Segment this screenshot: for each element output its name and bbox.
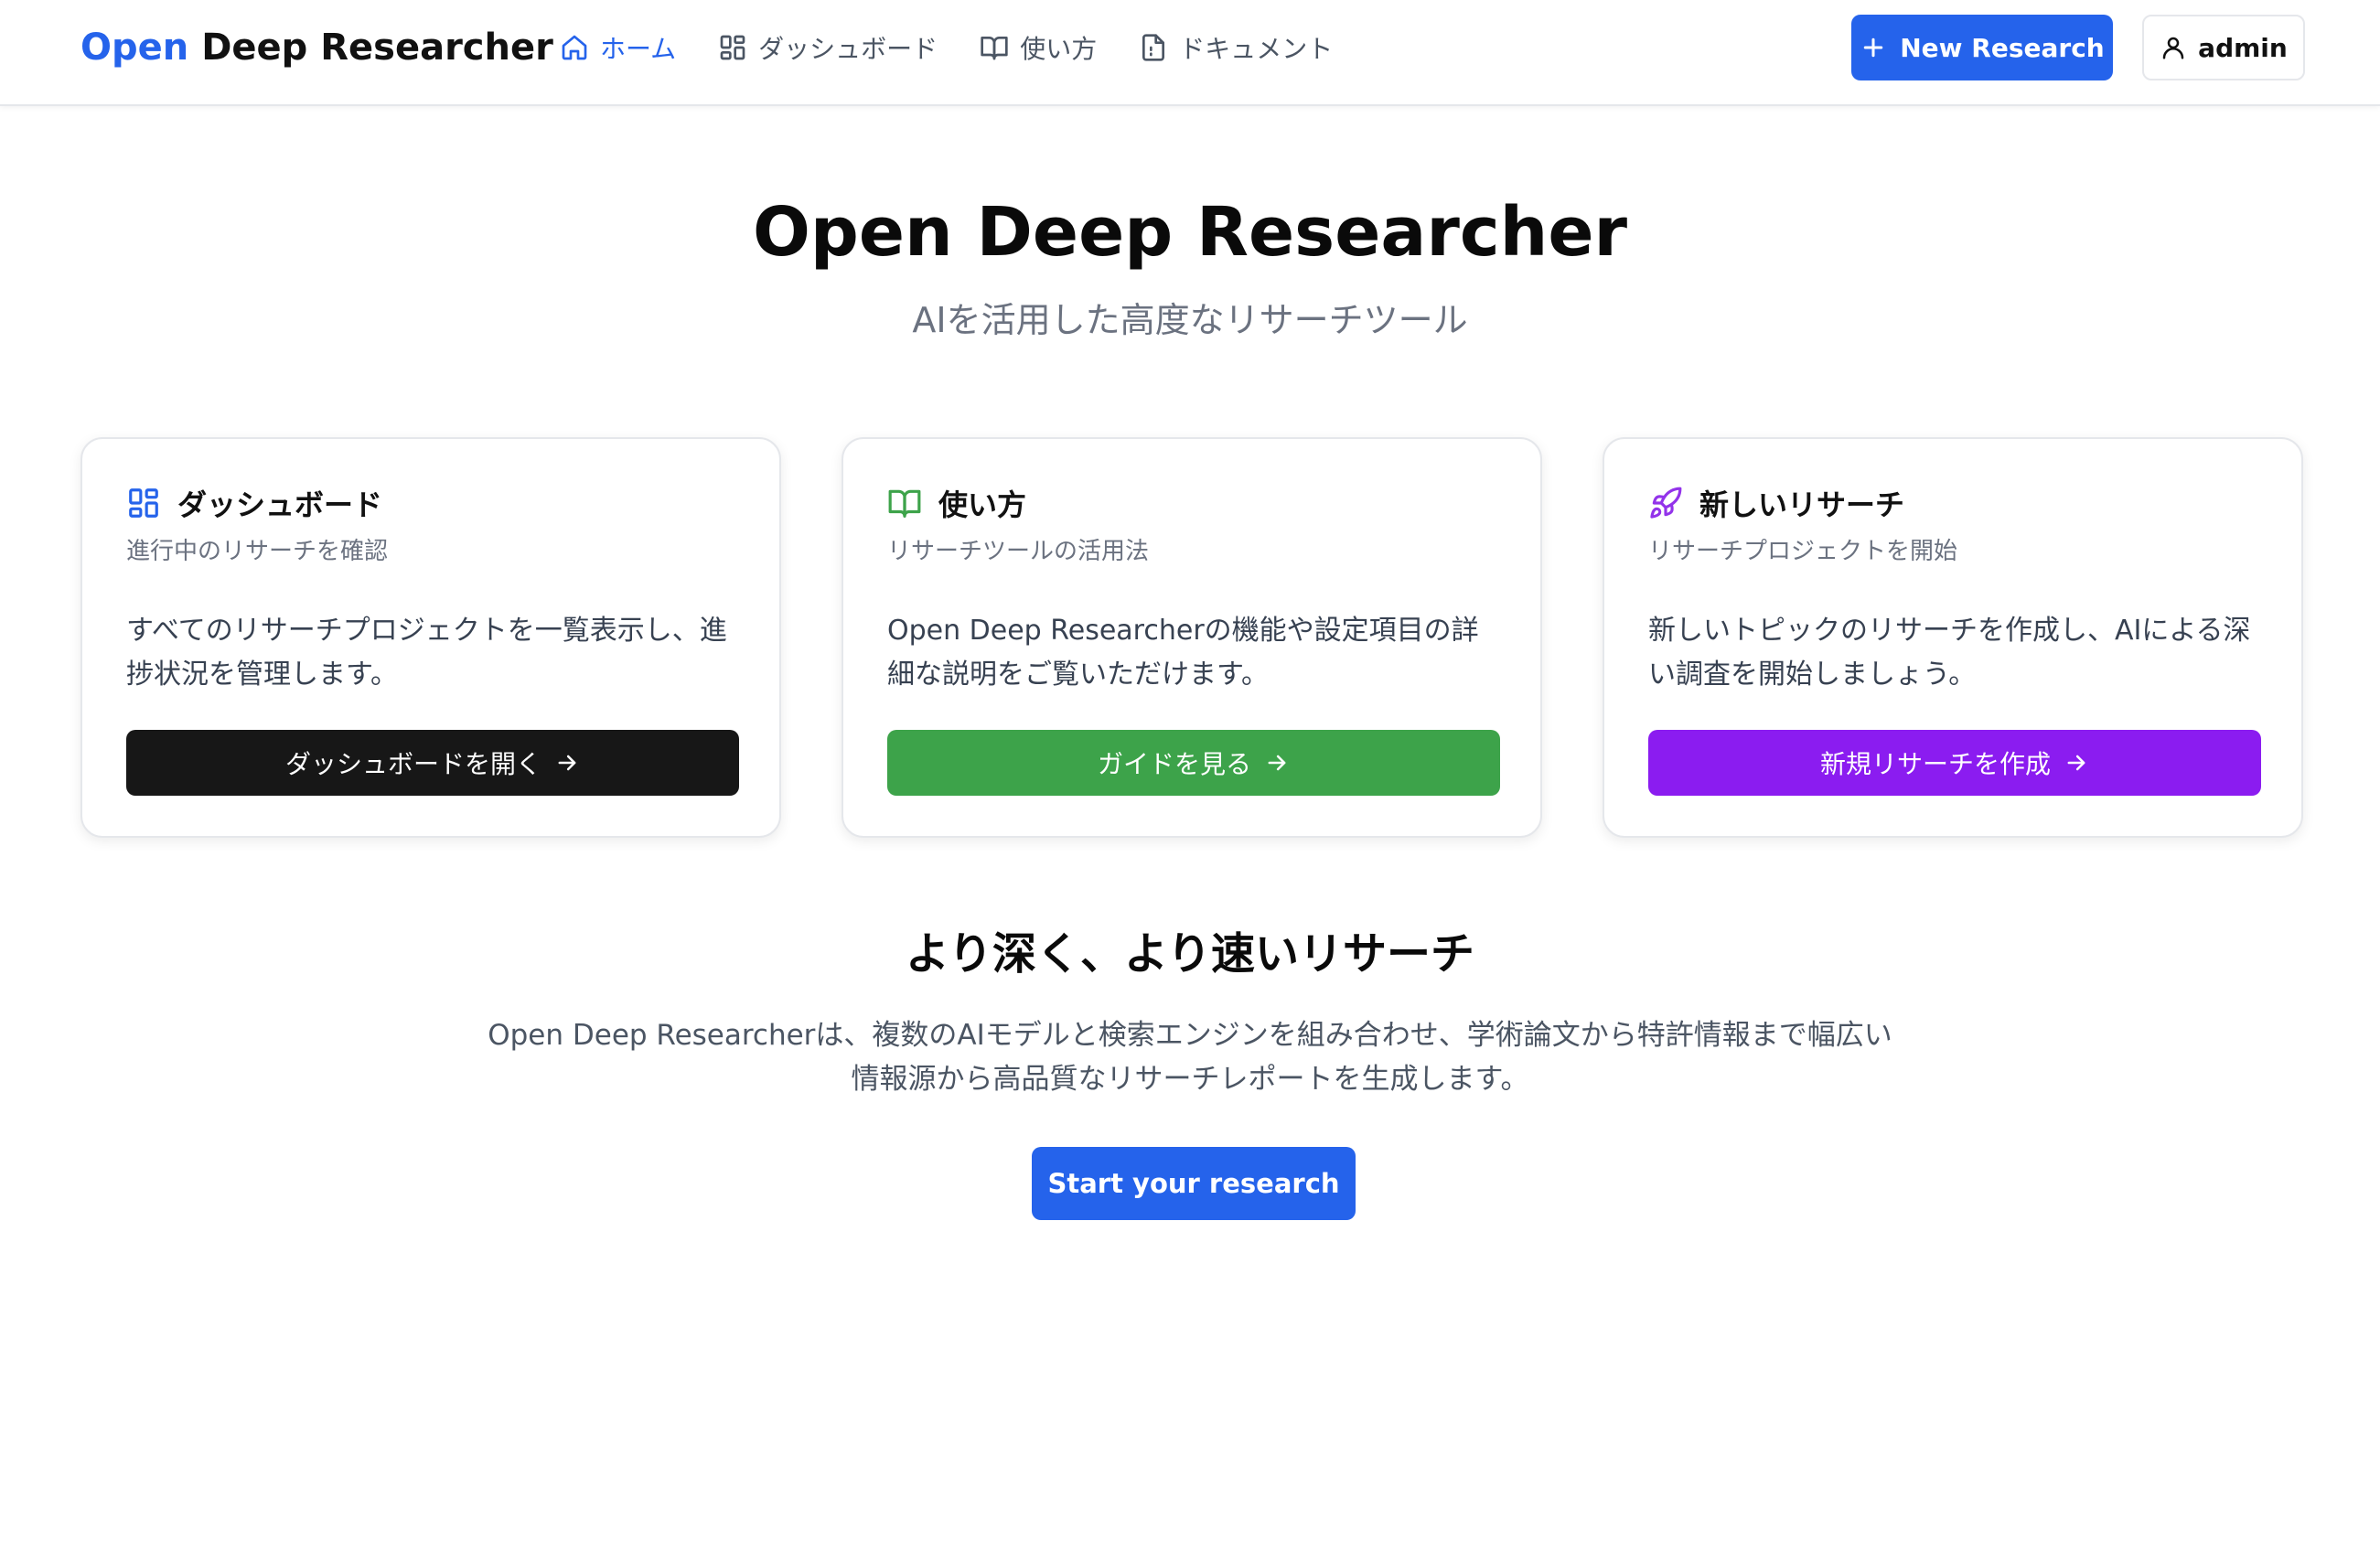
arrow-right-icon xyxy=(1268,755,1286,771)
document-icon xyxy=(1142,34,1165,61)
card-body: すべてのリサーチプロジェクトを一覧表示し、進捗状況を管理します。 xyxy=(126,615,727,691)
nav-item-documents[interactable]: ドキュメント xyxy=(1139,27,1333,68)
card-title: 使い方 xyxy=(938,487,1027,522)
card-body: Open Deep Researcherの機能や設定項目の詳細な説明をご覧いただ… xyxy=(887,615,1479,691)
user-menu-button[interactable]: admin xyxy=(2142,15,2305,80)
nav-label-dashboard: ダッシュボード xyxy=(758,34,938,64)
button-label: ガイドを見る xyxy=(1097,749,1251,779)
nav-label-home: ホーム xyxy=(600,34,677,64)
card-title: ダッシュボード xyxy=(177,487,383,522)
plus-icon xyxy=(1864,37,1883,58)
book-icon xyxy=(981,37,1008,60)
card-new-research: 新しいリサーチ リサーチプロジェクトを開始 新しいトピックのリサーチを作成し、A… xyxy=(1603,437,2303,838)
book-open-icon xyxy=(888,489,921,518)
view-guide-button[interactable]: ガイドを見る xyxy=(887,730,1500,796)
page-subtitle: AIを活用した高度なリサーチツール xyxy=(912,300,1468,340)
home-icon xyxy=(562,35,587,60)
card-body: 新しいトピックのリサーチを作成し、AIによる深い調査を開始しましょう。 xyxy=(1648,615,2251,691)
new-research-label: New Research xyxy=(1900,32,2105,63)
card-description: リサーチツールの活用法 xyxy=(887,538,1150,565)
nav-item-guide[interactable]: 使い方 xyxy=(980,27,1097,68)
logo-accent: Open xyxy=(80,27,189,69)
top-navbar: Open Deep Researcher ホーム ダッシュボード 使い方 ドキュ… xyxy=(0,0,2380,106)
section-body: Open Deep Researcherは、複数のAIモデルと検索エンジンを組み… xyxy=(488,1019,1892,1096)
user-icon xyxy=(2162,37,2184,59)
main-nav: ホーム ダッシュボード 使い方 ドキュメント xyxy=(560,27,1333,68)
user-label: admin xyxy=(2198,32,2288,63)
card-description: 進行中のリサーチを確認 xyxy=(126,538,389,565)
rocket-icon xyxy=(1650,487,1682,519)
open-dashboard-button[interactable]: ダッシュボードを開く xyxy=(126,730,739,796)
card-title: 新しいリサーチ xyxy=(1699,487,1905,522)
new-research-button[interactable]: New Research xyxy=(1851,15,2113,80)
dashboard-icon xyxy=(129,488,158,518)
dashboard-icon xyxy=(720,35,745,60)
logo-text: Deep Researcher xyxy=(201,27,553,69)
card-description: リサーチプロジェクトを開始 xyxy=(1648,538,1958,565)
arrow-right-icon xyxy=(558,755,576,771)
card-header: ダッシュボード xyxy=(126,483,382,523)
nav-item-dashboard[interactable]: ダッシュボード xyxy=(718,27,938,68)
page-title: Open Deep Researcher xyxy=(752,193,1628,272)
start-research-label: Start your research xyxy=(1047,1168,1340,1199)
button-label: ダッシュボードを開く xyxy=(284,749,541,779)
nav-label-guide: 使い方 xyxy=(1020,34,1098,64)
button-label: 新規リサーチを作成 xyxy=(1819,749,2051,779)
card-header: 使い方 xyxy=(887,483,1026,523)
card-guide: 使い方 リサーチツールの活用法 Open Deep Researcherの機能や… xyxy=(842,437,1542,838)
start-research-button[interactable]: Start your research xyxy=(1032,1147,1356,1220)
card-header: 新しいリサーチ xyxy=(1648,483,1904,523)
arrow-right-icon xyxy=(2067,755,2085,771)
section-title: より深く、より速いリサーチ xyxy=(905,928,1475,980)
nav-item-home[interactable]: ホーム xyxy=(560,27,676,68)
nav-label-documents: ドキュメント xyxy=(1179,34,1334,64)
create-research-button[interactable]: 新規リサーチを作成 xyxy=(1648,730,2261,796)
app-logo[interactable]: Open Deep Researcher xyxy=(80,22,553,73)
card-dashboard: ダッシュボード 進行中のリサーチを確認 すべてのリサーチプロジェクトを一覧表示し… xyxy=(80,437,781,838)
